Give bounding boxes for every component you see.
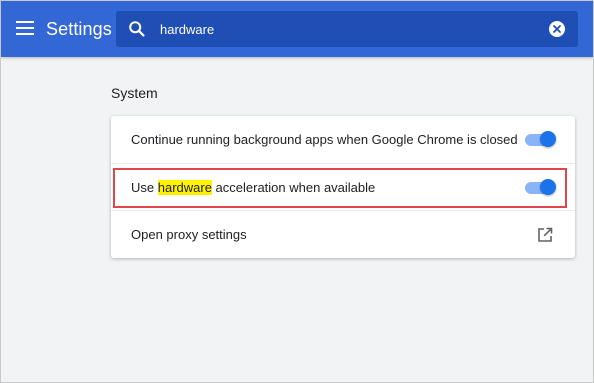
hardware-acceleration-label: Use hardware acceleration when available: [131, 180, 375, 195]
label-suffix: acceleration when available: [211, 180, 376, 195]
background-apps-toggle[interactable]: [525, 131, 556, 147]
hamburger-menu-icon[interactable]: [16, 20, 34, 36]
settings-toolbar: Settings: [1, 1, 593, 57]
open-in-new-icon[interactable]: [537, 227, 553, 243]
search-box[interactable]: [116, 11, 578, 47]
background-apps-label: Continue running background apps when Go…: [131, 132, 518, 147]
background-apps-row: Continue running background apps when Go…: [111, 116, 575, 163]
hardware-acceleration-toggle[interactable]: [525, 179, 556, 195]
toggle-knob: [540, 179, 556, 195]
settings-window: Settings System Continue running backgro…: [0, 0, 594, 383]
label-prefix: Use: [131, 180, 158, 195]
proxy-settings-row[interactable]: Open proxy settings: [111, 210, 575, 258]
search-input[interactable]: [160, 19, 540, 39]
page-title: Settings: [46, 19, 112, 39]
proxy-settings-label: Open proxy settings: [131, 227, 247, 242]
clear-search-icon[interactable]: [549, 21, 565, 37]
hardware-acceleration-row: Use hardware acceleration when available: [111, 163, 575, 211]
toggle-knob: [540, 131, 556, 147]
system-settings-card: Continue running background apps when Go…: [111, 116, 575, 258]
section-title-system: System: [111, 85, 158, 101]
search-match-highlight: hardware: [157, 180, 212, 195]
search-icon: [129, 21, 145, 37]
